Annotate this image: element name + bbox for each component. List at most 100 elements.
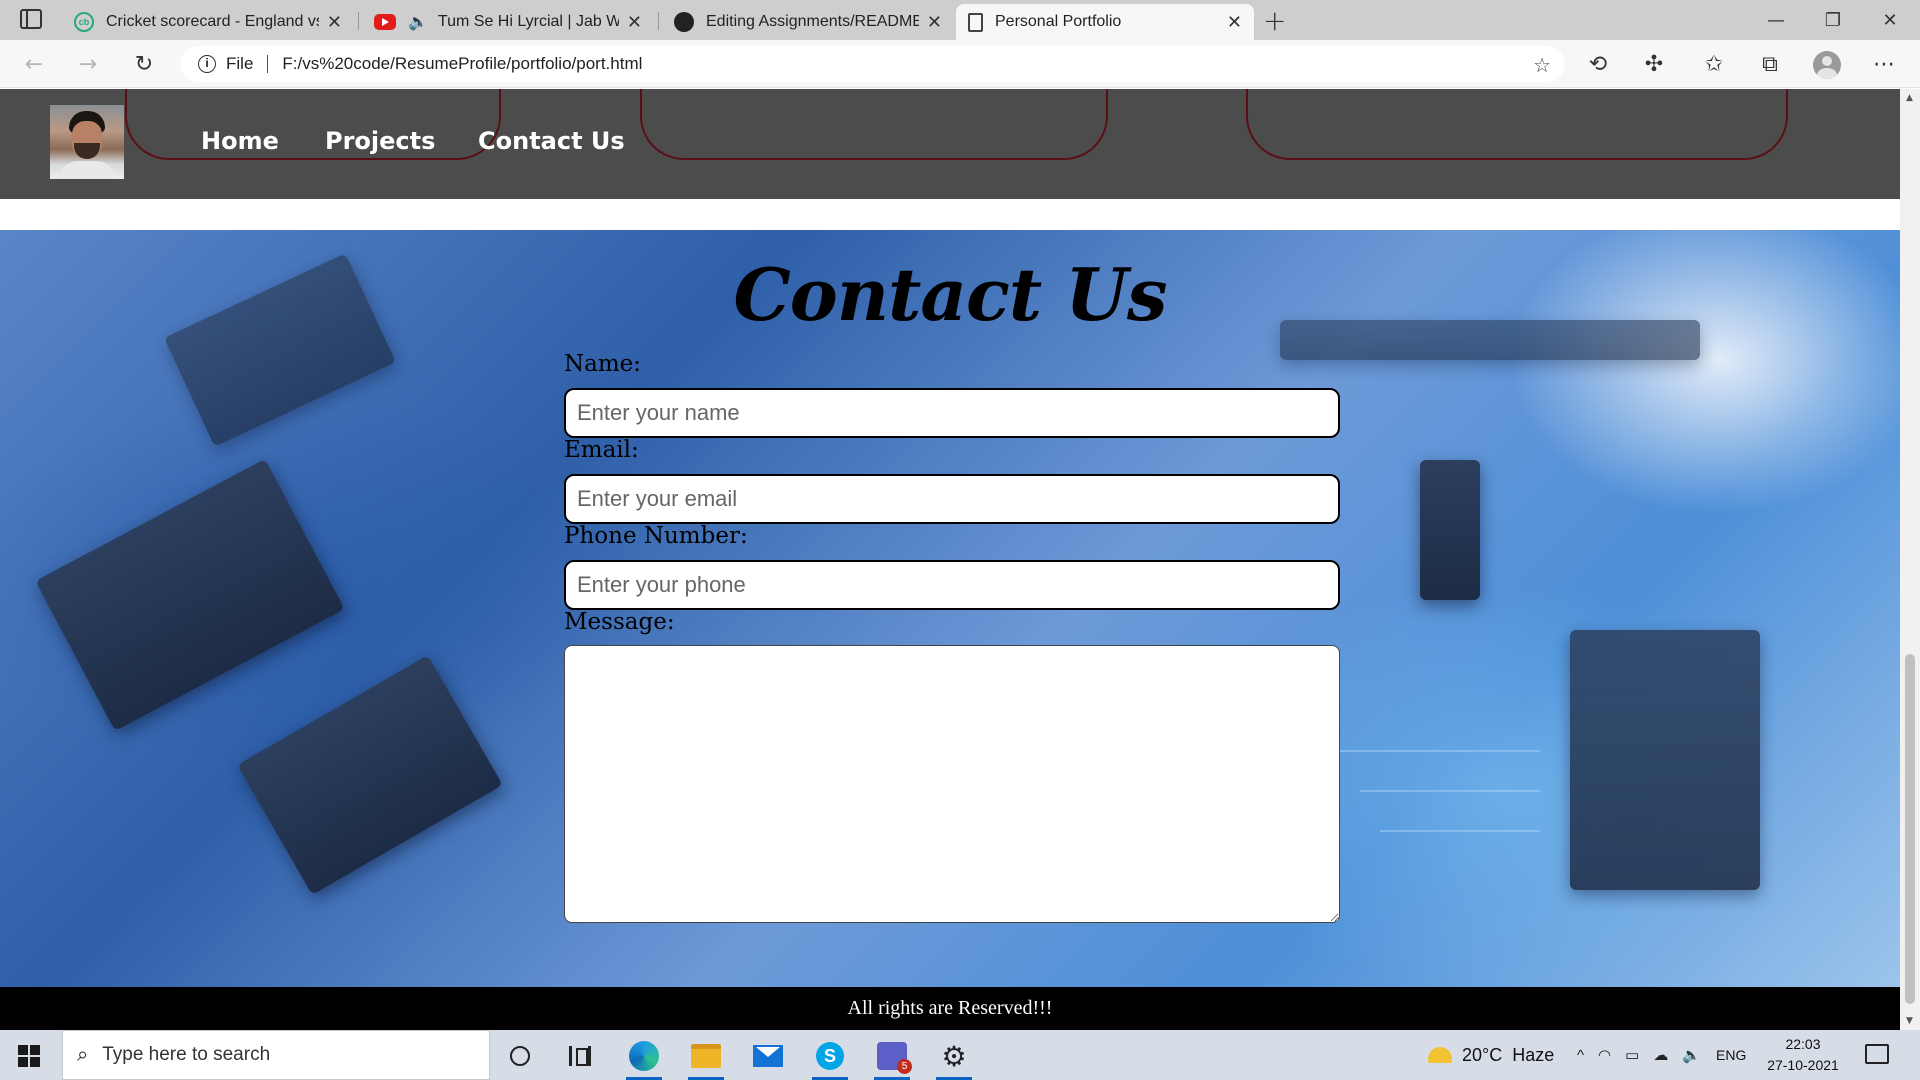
system-tray: ^ ◠ ▭ ☁ 🔈 ENG xyxy=(1570,1030,1746,1080)
teams-taskbar-button[interactable]: 5 xyxy=(870,1038,914,1080)
weather-widget[interactable]: 20°C Haze xyxy=(1428,1030,1554,1080)
forward-icon[interactable]: → xyxy=(72,48,104,80)
nav-projects-link[interactable]: Projects xyxy=(325,127,435,155)
refresh-icon[interactable]: ↻ xyxy=(128,48,160,80)
tab-strip: cb Cricket scorecard - England vs Ba ✕ 🔈… xyxy=(0,0,1920,40)
more-options-icon[interactable]: ⋯ xyxy=(1868,48,1900,80)
task-view-icon xyxy=(569,1046,591,1066)
language-indicator[interactable]: ENG xyxy=(1716,1047,1746,1063)
back-icon[interactable]: ← xyxy=(18,48,50,80)
search-placeholder: Type here to search xyxy=(102,1044,271,1065)
circuit-trace-decoration xyxy=(1340,750,1540,752)
tab-title: Cricket scorecard - England vs Ba xyxy=(106,13,319,30)
speaker-icon[interactable]: 🔈 xyxy=(408,12,428,32)
clock-date: 27-10-2021 xyxy=(1767,1057,1839,1073)
email-input[interactable] xyxy=(564,474,1340,524)
mail-taskbar-button[interactable] xyxy=(746,1038,790,1074)
onedrive-icon[interactable]: ☁ xyxy=(1653,1046,1668,1064)
url-text[interactable]: F:/vs%20code/ResumeProfile/portfolio/por… xyxy=(282,54,642,74)
close-tab-icon[interactable]: ✕ xyxy=(627,12,642,33)
notification-badge: 5 xyxy=(897,1059,912,1074)
taskbar-clock[interactable]: 22:03 27-10-2021 xyxy=(1758,1034,1848,1076)
nav-contact-link[interactable]: Contact Us xyxy=(478,127,625,155)
weather-haze-icon xyxy=(1428,1047,1452,1063)
task-view-button[interactable] xyxy=(558,1038,602,1074)
name-input[interactable] xyxy=(564,388,1340,438)
site-footer: All rights are Reserved!!! xyxy=(0,987,1900,1030)
mail-icon xyxy=(753,1045,783,1067)
cortana-button[interactable] xyxy=(498,1038,542,1074)
tab-separator xyxy=(358,12,359,30)
teams-icon: 5 xyxy=(877,1042,912,1074)
search-icon: ⌕ xyxy=(77,1043,89,1066)
email-label: Email: xyxy=(564,437,639,463)
cortana-icon xyxy=(510,1046,530,1066)
tab-title: Tum Se Hi Lyrcial | Jab We Me xyxy=(437,13,619,30)
profile-photo xyxy=(50,105,124,179)
youtube-icon xyxy=(374,14,396,30)
contact-section: Contact Us Name: Email: Phone Number: Me… xyxy=(0,230,1900,987)
tab-personal-portfolio[interactable]: Personal Portfolio ✕ xyxy=(956,4,1254,40)
scrollbar-thumb[interactable] xyxy=(1905,654,1915,1004)
project-card-edge xyxy=(640,89,1108,160)
phone-label: Phone Number: xyxy=(564,523,748,549)
tab-cricket-scorecard[interactable]: cb Cricket scorecard - England vs Ba ✕ xyxy=(62,4,354,40)
nav-home-link[interactable]: Home xyxy=(201,127,279,155)
restore-icon[interactable]: ❐ xyxy=(1805,0,1861,40)
circuit-chip-decoration xyxy=(1420,460,1480,600)
circuit-chip-decoration xyxy=(237,655,503,895)
tab-actions-menu-icon[interactable] xyxy=(20,9,42,29)
close-tab-icon[interactable]: ✕ xyxy=(927,12,942,33)
phone-input[interactable] xyxy=(564,560,1340,610)
minimize-icon[interactable]: — xyxy=(1748,0,1804,40)
page-icon xyxy=(968,12,983,32)
new-tab-button[interactable]: + xyxy=(1263,4,1286,37)
tab-youtube-song[interactable]: 🔈 Tum Se Hi Lyrcial | Jab We Me ✕ xyxy=(362,4,654,40)
name-label: Name: xyxy=(564,351,642,377)
scroll-down-icon[interactable]: ▼ xyxy=(1906,1016,1913,1026)
project-card-edge xyxy=(125,89,501,160)
weather-condition: Haze xyxy=(1512,1044,1555,1065)
message-textarea[interactable] xyxy=(564,645,1340,923)
cricbuzz-icon: cb xyxy=(74,12,94,32)
divider xyxy=(267,55,269,73)
close-tab-icon[interactable]: ✕ xyxy=(327,12,342,33)
add-favorite-icon[interactable]: ☆ xyxy=(1533,53,1551,78)
page-viewport: Home Projects Contact Us Contact Us Name… xyxy=(0,89,1900,1030)
close-window-icon[interactable]: ✕ xyxy=(1862,0,1918,40)
browser-toolbar: ← → ↻ i File F:/vs%20code/ResumeProfile/… xyxy=(0,40,1920,88)
circuit-chip-decoration xyxy=(35,458,345,732)
tab-title: Editing Assignments/README.m xyxy=(706,13,919,30)
scroll-up-icon[interactable]: ▲ xyxy=(1906,93,1913,103)
circuit-trace-decoration xyxy=(1380,830,1540,832)
windows-taskbar: ⌕ Type here to search S 5 ⚙ 20°C Haze ^ … xyxy=(0,1030,1920,1080)
favorites-icon[interactable]: ✩ xyxy=(1698,48,1730,80)
edge-taskbar-button[interactable] xyxy=(622,1038,666,1080)
windows-start-icon[interactable] xyxy=(18,1045,40,1067)
settings-icon: ⚙ xyxy=(941,1039,967,1073)
notifications-icon[interactable] xyxy=(1865,1044,1889,1064)
close-tab-icon[interactable]: ✕ xyxy=(1227,12,1242,33)
site-info-icon[interactable]: i xyxy=(198,55,216,73)
weather-temp: 20°C xyxy=(1462,1044,1503,1065)
settings-taskbar-button[interactable]: ⚙ xyxy=(932,1038,976,1080)
taskbar-search-box[interactable]: ⌕ Type here to search xyxy=(62,1030,490,1080)
skype-icon: S xyxy=(816,1042,844,1070)
show-hidden-icons-icon[interactable]: ^ xyxy=(1577,1047,1584,1064)
collections-icon[interactable]: ⧉ xyxy=(1754,48,1786,80)
volume-icon[interactable]: 🔈 xyxy=(1682,1046,1701,1064)
tab-separator xyxy=(658,12,659,30)
file-explorer-icon xyxy=(691,1044,721,1068)
address-bar[interactable]: i File F:/vs%20code/ResumeProfile/portfo… xyxy=(180,46,1565,82)
skype-taskbar-button[interactable]: S xyxy=(808,1038,852,1080)
battery-icon[interactable]: ▭ xyxy=(1625,1046,1639,1064)
sync-icon[interactable]: ⟲ xyxy=(1582,48,1614,80)
page-scrollbar[interactable]: ▲ ▼ xyxy=(1900,89,1920,1030)
site-navbar: Home Projects Contact Us xyxy=(0,89,1900,199)
profile-avatar-icon[interactable] xyxy=(1813,51,1841,79)
scheme-label: File xyxy=(226,54,254,73)
wifi-icon[interactable]: ◠ xyxy=(1598,1046,1611,1064)
extensions-icon[interactable]: ✣ xyxy=(1638,48,1670,80)
tab-github-editing[interactable]: Editing Assignments/README.m ✕ xyxy=(662,4,954,40)
file-explorer-taskbar-button[interactable] xyxy=(684,1038,728,1080)
